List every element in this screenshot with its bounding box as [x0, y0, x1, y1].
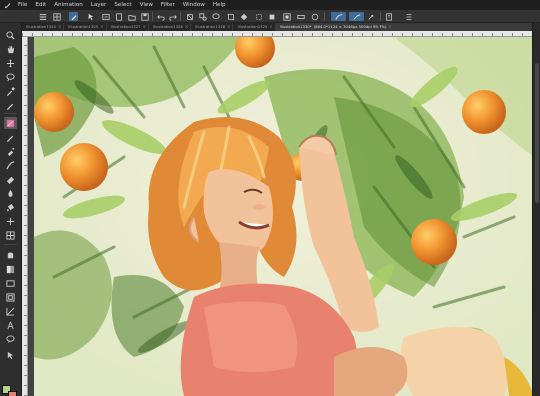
menu-icon[interactable] — [38, 12, 47, 21]
frame-icon[interactable] — [4, 249, 17, 261]
save-icon[interactable] — [140, 12, 149, 21]
ruler-vertical — [22, 37, 28, 396]
ruler-icon[interactable] — [296, 12, 305, 21]
new-canvas-icon[interactable] — [114, 12, 123, 21]
brush-icon[interactable] — [4, 117, 17, 129]
close-icon[interactable]: × — [227, 23, 230, 31]
close-icon[interactable]: × — [389, 23, 392, 31]
separator — [324, 12, 325, 21]
pen-icon[interactable] — [4, 99, 17, 111]
tab-illustration1327[interactable]: Illustration1327 × — [107, 23, 149, 31]
separator — [180, 12, 181, 21]
airbrush-icon[interactable] — [4, 145, 17, 157]
tool-palette — [0, 23, 22, 396]
stroke-icon[interactable] — [282, 12, 291, 21]
fill-icon[interactable] — [4, 201, 17, 213]
balloon-icon[interactable] — [4, 333, 17, 345]
command-bar — [0, 10, 540, 23]
hand-icon[interactable] — [4, 43, 17, 55]
tab-illustration1324[interactable]: Illustration1324 × — [22, 23, 65, 31]
lasso-icon[interactable] — [211, 12, 220, 21]
pencil-icon[interactable] — [4, 131, 17, 143]
text-icon[interactable] — [4, 319, 17, 331]
document-tabs: Illustration1324 × Illustration1325 × Illu… — [22, 23, 532, 31]
lasso-icon[interactable] — [4, 71, 17, 83]
clip-studio-icon[interactable] — [0, 0, 14, 10]
separator — [152, 12, 153, 21]
menu-bar: File Edit Animation Layer Select View Fi… — [0, 0, 540, 10]
close-icon[interactable]: × — [58, 23, 61, 31]
menu-animation[interactable]: Animation — [50, 0, 87, 10]
tab-illustration1326[interactable]: Illustration1326 × — [149, 23, 192, 31]
menu-select[interactable]: Select — [110, 0, 135, 10]
clear-icon[interactable] — [185, 12, 194, 21]
shapes-icon[interactable] — [198, 12, 207, 21]
close-icon[interactable]: × — [269, 23, 272, 31]
gradient-icon[interactable] — [4, 215, 17, 227]
menu-layer[interactable]: Layer — [87, 0, 111, 10]
tab-illustration1328[interactable]: Illustration1328 × — [191, 23, 234, 31]
menu-window[interactable]: Window — [179, 0, 209, 10]
draw-icon[interactable] — [331, 12, 346, 21]
export-icon[interactable] — [367, 12, 376, 21]
gradient-icon[interactable] — [4, 263, 17, 275]
move-icon[interactable] — [4, 57, 17, 69]
separator — [380, 12, 381, 21]
tab-illustration1330[interactable]: Illustration1330* (864.0*1124 × 3048px 50… — [275, 23, 532, 31]
menu-view[interactable]: View — [136, 0, 157, 10]
grid-icon[interactable] — [52, 12, 61, 21]
tab-illustration1329[interactable]: Illustration1329 × — [233, 23, 276, 31]
menu-file[interactable]: File — [14, 0, 31, 10]
figure-icon[interactable] — [4, 277, 17, 289]
layer-property-icon[interactable] — [101, 12, 110, 21]
illustration-artwork[interactable] — [34, 37, 532, 396]
eraser-icon[interactable] — [4, 173, 17, 185]
book-icon[interactable] — [384, 12, 393, 21]
frame-icon[interactable] — [4, 291, 17, 303]
redo-icon[interactable] — [168, 12, 177, 21]
select-tool-icon[interactable] — [86, 12, 95, 21]
pen-icon[interactable] — [69, 12, 78, 21]
vector-icon[interactable] — [349, 12, 364, 21]
correct-line-icon[interactable] — [4, 305, 17, 317]
eyedropper-icon[interactable] — [4, 85, 17, 97]
settings-icon[interactable] — [404, 12, 413, 21]
close-icon[interactable]: × — [100, 23, 103, 31]
zoom-icon[interactable] — [4, 29, 17, 41]
transform-icon[interactable] — [254, 12, 263, 21]
color-icon[interactable] — [310, 12, 319, 21]
clear-out-icon[interactable] — [267, 12, 276, 21]
crop-icon[interactable] — [226, 12, 235, 21]
blend-icon[interactable] — [4, 187, 17, 199]
color-swatches[interactable] — [2, 385, 20, 396]
canvas-area[interactable] — [22, 31, 532, 396]
separator — [4, 244, 17, 245]
menu-edit[interactable]: Edit — [31, 0, 50, 10]
sub-color-swatch[interactable] — [8, 391, 17, 396]
decoration-icon[interactable] — [4, 159, 17, 171]
menu-filter[interactable]: Filter — [157, 0, 179, 10]
figure-icon[interactable] — [4, 229, 17, 241]
close-icon[interactable]: × — [185, 23, 188, 31]
menu-help[interactable]: Help — [209, 0, 230, 10]
open-icon[interactable] — [127, 12, 136, 21]
separator — [4, 113, 17, 114]
operation-icon[interactable] — [4, 349, 17, 361]
right-scroll-panel — [532, 23, 540, 396]
vertical-scrollbar[interactable] — [535, 63, 539, 203]
fill-icon[interactable] — [239, 12, 248, 21]
close-icon[interactable]: × — [143, 23, 146, 31]
undo-icon[interactable] — [156, 12, 165, 21]
tab-illustration1325[interactable]: Illustration1325 × — [64, 23, 107, 31]
